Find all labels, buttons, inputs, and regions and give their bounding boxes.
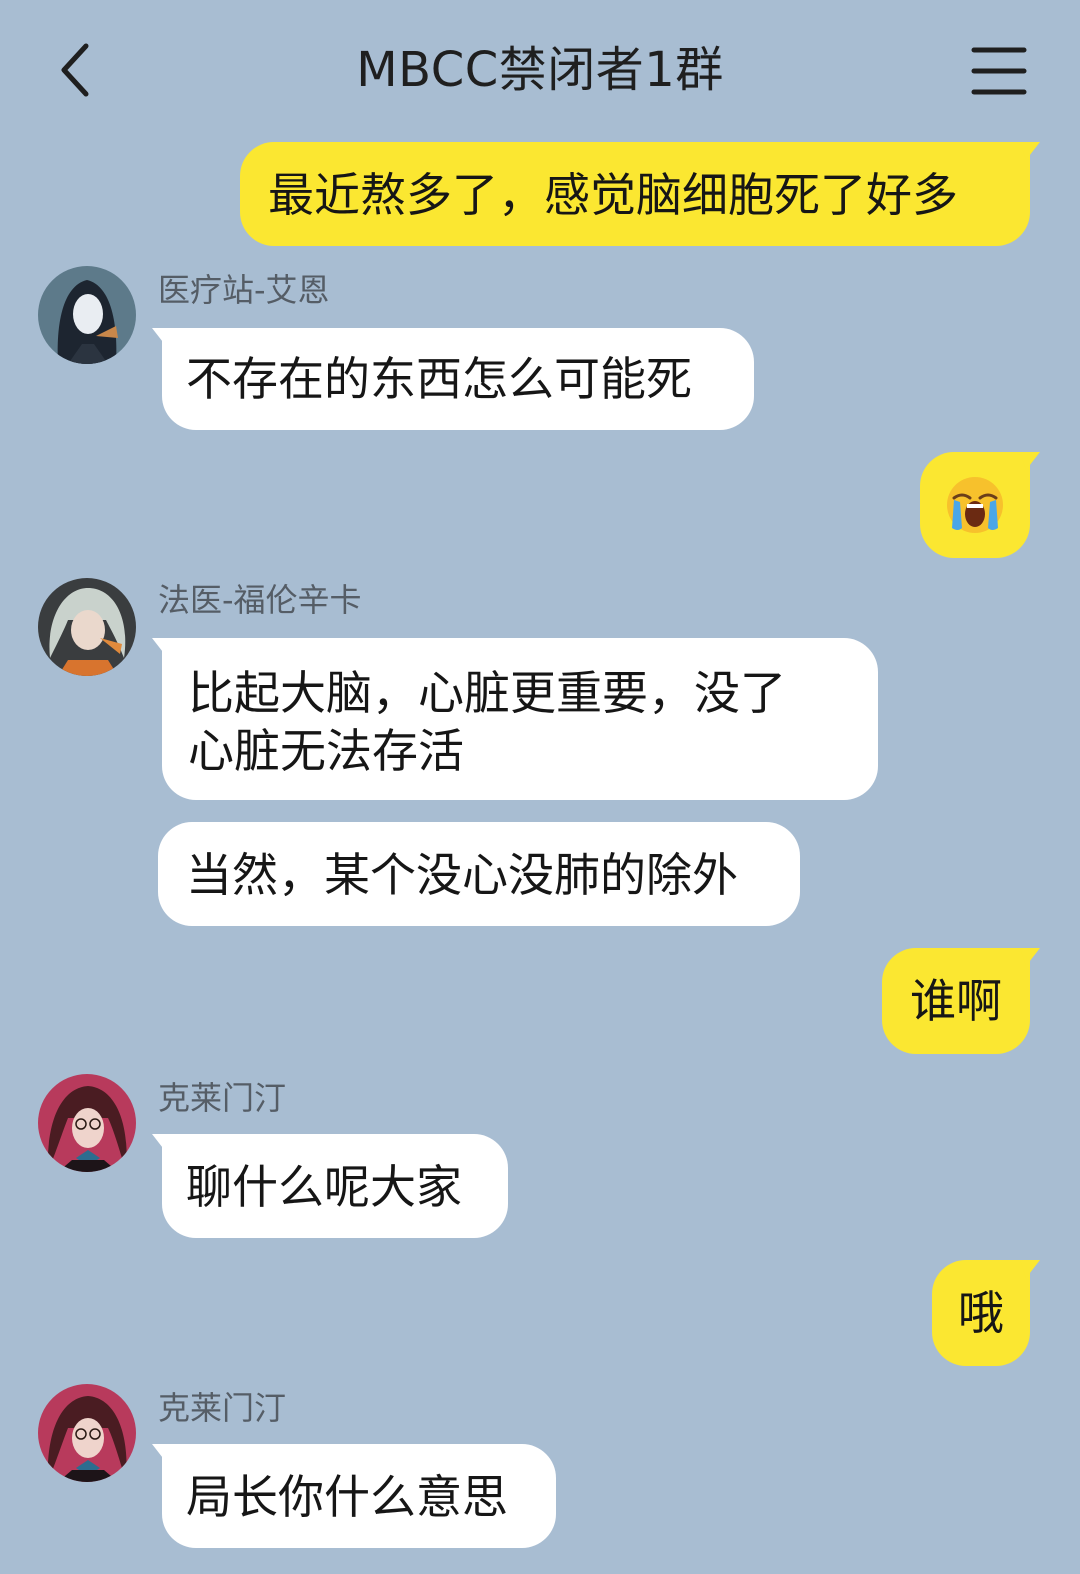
message-bubble-outgoing[interactable]: 😭 [920,452,1040,558]
avatar[interactable] [38,266,136,364]
message-bubble-incoming[interactable]: 比起大脑，心脏更重要，没了 心脏无法存活 [152,638,878,800]
menu-button[interactable] [968,44,1030,98]
avatar-silver-hair-figure [38,578,136,676]
avatar[interactable] [38,578,136,676]
message-text-line: 心脏无法存活 [188,724,464,778]
loudly-crying-face-icon [947,477,1003,533]
bubble-tail [1020,1260,1040,1278]
avatar-red-hair-glasses-figure [38,1384,136,1482]
message-bubble-incoming[interactable]: 不存在的东西怎么可能死 [152,328,754,430]
bubble-tail [152,638,172,656]
message-text: 谁啊 [910,974,1002,1028]
chat-title: MBCC禁闭者1群 [356,42,724,98]
sender-name: 克莱门汀 [158,1389,287,1427]
bubble-tail [152,1134,172,1152]
sender-name: 医疗站-艾恩 [158,271,330,309]
message-text: 最近熬多了，感觉脑细胞死了好多 [268,168,958,222]
message-text-line: 比起大脑，心脏更重要，没了 [188,666,786,720]
message-bubble-outgoing[interactable]: 哦 [932,1260,1040,1366]
avatar-dark-hair-figure [38,266,136,364]
message-bubble-outgoing[interactable]: 最近熬多了，感觉脑细胞死了好多 [240,142,1040,246]
message-bubble-incoming[interactable]: 当然，某个没心没肺的除外 [158,822,800,926]
bubble-tail [1020,452,1040,470]
chat-screen: MBCC禁闭者1群 最近熬多了，感觉脑细胞死了好多 医疗站-艾恩 不存在的东西怎… [0,0,1080,1574]
sender-name: 法医-福伦辛卡 [158,581,362,619]
message-bubble-incoming[interactable]: 聊什么呢大家 [152,1134,508,1238]
bubble-tail [1020,948,1040,966]
hamburger-menu-icon [971,47,1027,95]
avatar[interactable] [38,1384,136,1482]
message-bubble-incoming[interactable]: 局长你什么意思 [152,1444,556,1548]
message-text: 哦 [958,1286,1004,1340]
bubble-tail [152,328,172,346]
message-text: 局长你什么意思 [186,1470,508,1524]
message-bubble-outgoing[interactable]: 谁啊 [882,948,1040,1054]
bubble-tail [1020,142,1040,160]
top-bar: MBCC禁闭者1群 [0,0,1080,140]
bubble-tail [152,1444,172,1462]
avatar[interactable] [38,1074,136,1172]
sender-name: 克莱门汀 [158,1079,287,1117]
message-text: 不存在的东西怎么可能死 [186,352,692,406]
message-text: 当然，某个没心没肺的除外 [186,848,738,902]
avatar-red-hair-glasses-figure [38,1074,136,1172]
message-text: 聊什么呢大家 [186,1160,462,1214]
